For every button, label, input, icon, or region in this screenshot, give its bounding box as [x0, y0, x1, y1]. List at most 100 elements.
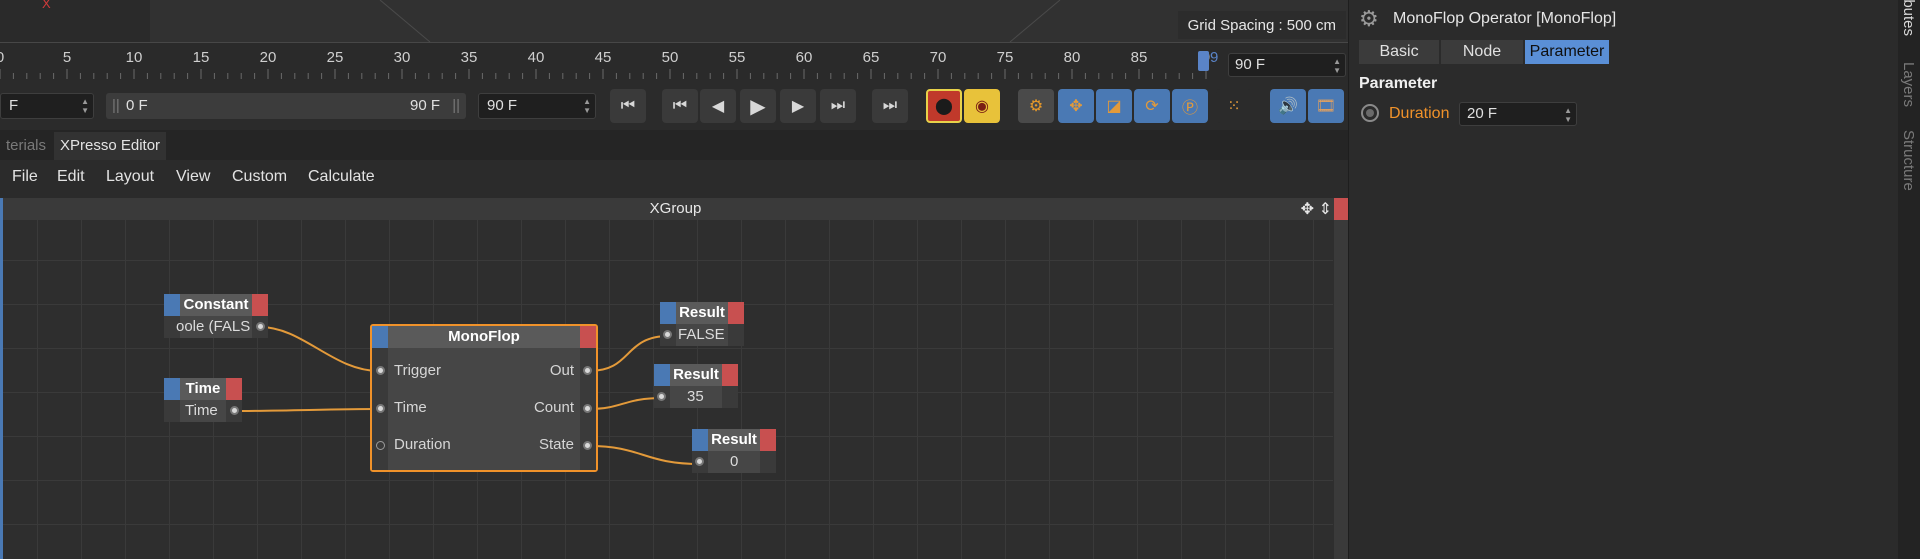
node-time[interactable]: Time Time — [164, 378, 242, 422]
count-port[interactable] — [583, 404, 592, 413]
point-level-icon: ⁙ — [1227, 98, 1241, 115]
playhead-handle[interactable] — [1198, 51, 1209, 71]
menu-file[interactable]: File — [12, 168, 38, 186]
point-level-button[interactable]: ⁙ — [1216, 89, 1252, 123]
stepper-icon[interactable]: ▲ ▼ — [1333, 57, 1341, 75]
move-key-button[interactable]: ✥ — [1058, 89, 1094, 123]
node-output-port[interactable] — [760, 429, 776, 451]
record-button[interactable]: ⬤ — [926, 89, 962, 123]
ruler-tick-label: 45 — [594, 49, 612, 66]
node-result-state[interactable]: Result 0 — [692, 429, 776, 473]
next-key-button[interactable]: ⏭ — [820, 89, 856, 123]
trigger-in-port[interactable] — [376, 366, 385, 375]
ruler-tick-label: 0 — [0, 49, 4, 66]
duration-label: Duration — [1389, 105, 1450, 122]
go-to-start-button[interactable]: ⏮ — [610, 89, 646, 123]
tab-materials[interactable]: terials — [0, 132, 52, 160]
node-input-port[interactable] — [164, 294, 180, 316]
node-output-port[interactable] — [580, 326, 596, 348]
prev-frame-button[interactable]: ◀ — [700, 89, 736, 123]
output-out-label: Out — [549, 362, 574, 379]
prev-frame-icon: ◀ — [711, 98, 725, 115]
rotate-key-button[interactable]: ⟳ — [1134, 89, 1170, 123]
menu-view[interactable]: View — [176, 168, 210, 186]
rotate-key-icon: ⟳ — [1145, 98, 1159, 115]
node-input-port[interactable] — [654, 364, 670, 386]
editor-tabs: terials XPresso Editor — [0, 130, 1348, 160]
node-constant[interactable]: Constant oole (FALS — [164, 294, 268, 338]
prev-key-icon: ⏮ — [672, 97, 688, 114]
side-tabs: ibutes Layers Structure — [1898, 0, 1920, 559]
node-input-port[interactable] — [660, 302, 676, 324]
param-key-icon: Ⓟ — [1181, 100, 1198, 117]
node-monoflop[interactable]: MonoFlop Trigger Time Duration Out Count… — [370, 324, 598, 472]
sound-button[interactable]: 🔊 — [1270, 89, 1306, 123]
node-strip — [722, 386, 738, 408]
menu-edit[interactable]: Edit — [57, 168, 85, 186]
ruler-tick-label: 55 — [728, 49, 746, 66]
gear-icon[interactable]: ⚙ — [1359, 6, 1379, 32]
node-input-port[interactable] — [692, 429, 708, 451]
side-tab-attributes[interactable]: ibutes — [1900, 0, 1917, 36]
xgroup-canvas[interactable]: XGroup ✥ ⇕ Constant oole (FALS Time Time — [0, 198, 1348, 559]
node-title: Result — [673, 366, 719, 383]
out-port[interactable] — [583, 366, 592, 375]
range-left-handle-icon[interactable]: || — [112, 97, 120, 114]
node-output-port[interactable] — [252, 294, 268, 316]
play-icon: ▶ — [750, 95, 766, 118]
max-frame-field[interactable]: 90 F ▲ ▼ — [478, 93, 596, 119]
time-out-port[interactable] — [230, 406, 239, 415]
keyframe-selection-button[interactable]: ⚙ — [1018, 89, 1054, 123]
go-to-end-button[interactable]: ⏭ — [872, 89, 908, 123]
film-button[interactable]: 🎞 — [1308, 89, 1344, 123]
autokey-button[interactable]: ◉ — [964, 89, 1000, 123]
node-input-port[interactable] — [372, 326, 388, 348]
stepper-icon[interactable]: ▲ ▼ — [81, 97, 89, 115]
result-in-port[interactable] — [695, 457, 704, 466]
param-key-button[interactable]: Ⓟ — [1172, 89, 1208, 123]
preview-range-slider[interactable]: || 0 F 90 F || — [106, 93, 466, 119]
node-result-out[interactable]: Result FALSE — [660, 302, 744, 346]
result-in-port[interactable] — [657, 392, 666, 401]
keyframe-radio-icon[interactable] — [1361, 104, 1379, 122]
range-start-value: 0 F — [126, 97, 148, 114]
viewport[interactable]: X Grid Spacing : 500 cm — [0, 0, 1348, 42]
constant-out-port[interactable] — [256, 322, 265, 331]
range-right-handle-icon[interactable]: || — [452, 97, 460, 114]
tab-node[interactable]: Node — [1441, 40, 1523, 64]
side-tab-structure[interactable]: Structure — [1900, 130, 1917, 191]
max-frame-value: 90 F — [487, 97, 518, 114]
duration-field[interactable]: 20 F ▲ ▼ — [1459, 102, 1577, 126]
duration-in-port[interactable] — [376, 441, 385, 450]
next-frame-button[interactable]: ▶ — [780, 89, 816, 123]
node-input-port[interactable] — [164, 378, 180, 400]
menu-layout[interactable]: Layout — [106, 168, 154, 186]
state-port[interactable] — [583, 441, 592, 450]
tab-basic[interactable]: Basic — [1359, 40, 1439, 64]
result-out-value: FALSE — [678, 326, 725, 343]
menu-calculate[interactable]: Calculate — [308, 168, 375, 186]
menu-custom[interactable]: Custom — [232, 168, 287, 186]
duration-value: 20 F — [1467, 105, 1498, 122]
node-output-port[interactable] — [226, 378, 242, 400]
node-output-port[interactable] — [722, 364, 738, 386]
side-tab-layers[interactable]: Layers — [1900, 62, 1917, 107]
play-button[interactable]: ▶ — [740, 89, 776, 123]
node-output-port[interactable] — [728, 302, 744, 324]
time-in-port[interactable] — [376, 404, 385, 413]
ruler-tick-label: 65 — [862, 49, 880, 66]
result-in-port[interactable] — [663, 330, 672, 339]
ruler-tick-label: 5 — [62, 49, 72, 66]
stepper-icon[interactable]: ▲ ▼ — [1564, 106, 1572, 124]
stepper-icon[interactable]: ▲ ▼ — [583, 97, 591, 115]
output-state-label: State — [538, 436, 574, 453]
start-frame-field[interactable]: F ▲ ▼ — [0, 93, 94, 119]
playhead-label: 9 — [1210, 49, 1219, 66]
tab-parameter[interactable]: Parameter — [1525, 40, 1609, 64]
node-result-count[interactable]: Result 35 — [654, 364, 738, 408]
end-frame-field[interactable]: 90 F ▲ ▼ — [1228, 53, 1346, 77]
timeline-ruler[interactable]: 05101520253035404550556065707580859 9 90… — [0, 42, 1348, 80]
scale-key-button[interactable]: ◪ — [1096, 89, 1132, 123]
tab-xpresso-editor[interactable]: XPresso Editor — [54, 132, 167, 160]
prev-key-button[interactable]: ⏮ — [662, 89, 698, 123]
